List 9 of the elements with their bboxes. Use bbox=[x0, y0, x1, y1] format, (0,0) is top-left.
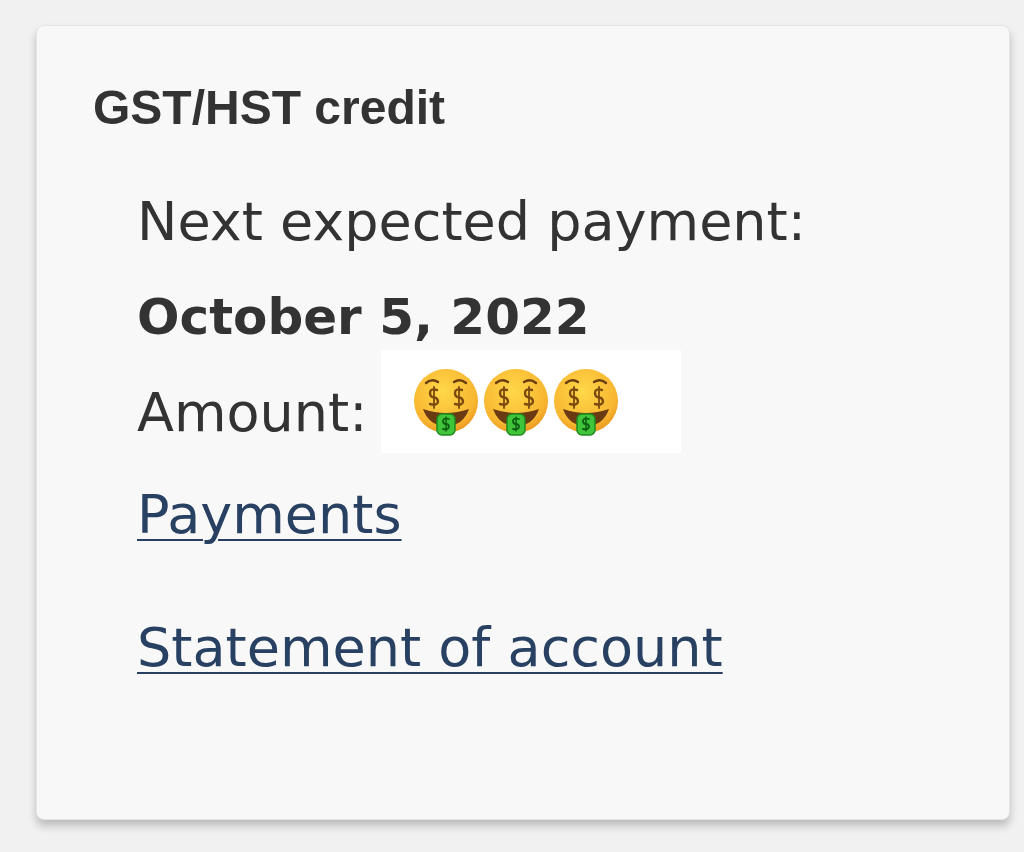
card-title: GST/HST credit bbox=[93, 80, 446, 136]
next-payment-label: Next expected payment: bbox=[137, 192, 806, 252]
money-mouth-face-icon bbox=[483, 367, 550, 436]
money-mouth-face-icon bbox=[413, 367, 480, 436]
next-payment-date: October 5, 2022 bbox=[137, 287, 590, 347]
payments-link[interactable]: Payments bbox=[137, 485, 402, 545]
money-mouth-face-icon bbox=[553, 367, 620, 436]
statement-link[interactable]: Statement of account bbox=[137, 618, 723, 678]
amount-label: Amount: bbox=[137, 383, 368, 443]
